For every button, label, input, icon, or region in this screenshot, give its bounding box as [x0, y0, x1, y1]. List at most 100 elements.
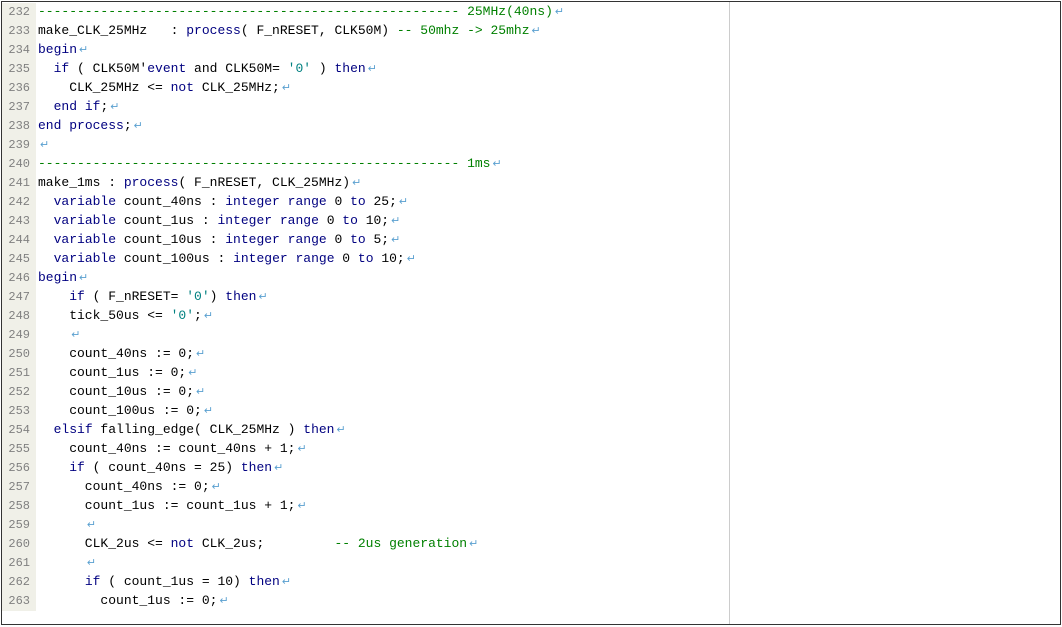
- line-number: 239: [2, 136, 36, 155]
- code-line[interactable]: 245 variable count_100us : integer range…: [2, 249, 729, 268]
- eol-marker-icon: ↵: [467, 539, 478, 551]
- eol-marker-icon: ↵: [210, 482, 221, 494]
- line-number: 249: [2, 326, 36, 345]
- code-text[interactable]: variable count_1us : integer range 0 to …: [36, 211, 729, 232]
- line-number: 258: [2, 497, 36, 516]
- code-text[interactable]: ----------------------------------------…: [36, 2, 729, 23]
- eol-marker-icon: ↵: [108, 102, 119, 114]
- code-text[interactable]: if ( F_nRESET= '0') then↵: [36, 287, 729, 308]
- code-line[interactable]: 240-------------------------------------…: [2, 154, 729, 173]
- line-number: 250: [2, 345, 36, 364]
- code-line[interactable]: 249 ↵: [2, 325, 729, 344]
- code-text[interactable]: ↵: [36, 553, 729, 574]
- code-line[interactable]: 234begin↵: [2, 40, 729, 59]
- eol-marker-icon: ↵: [389, 235, 400, 247]
- code-line[interactable]: 235 if ( CLK50M'event and CLK50M= '0' ) …: [2, 59, 729, 78]
- eol-marker-icon: ↵: [295, 444, 306, 456]
- code-text[interactable]: elsif falling_edge( CLK_25MHz ) then↵: [36, 420, 729, 441]
- eol-marker-icon: ↵: [397, 197, 408, 209]
- eol-marker-icon: ↵: [280, 577, 291, 589]
- eol-marker-icon: ↵: [69, 330, 80, 342]
- code-text[interactable]: ↵: [36, 135, 729, 156]
- code-line[interactable]: 250 count_40ns := 0;↵: [2, 344, 729, 363]
- code-line[interactable]: 258 count_1us := count_1us + 1;↵: [2, 496, 729, 515]
- code-text[interactable]: ----------------------------------------…: [36, 154, 729, 175]
- line-number: 252: [2, 383, 36, 402]
- eol-marker-icon: ↵: [350, 178, 361, 190]
- code-line[interactable]: 244 variable count_10us : integer range …: [2, 230, 729, 249]
- code-text[interactable]: count_40ns := 0;↵: [36, 344, 729, 365]
- eol-marker-icon: ↵: [202, 406, 213, 418]
- line-number: 263: [2, 592, 36, 611]
- code-text[interactable]: count_100us := 0;↵: [36, 401, 729, 422]
- code-text[interactable]: ↵: [36, 325, 729, 346]
- line-number: 256: [2, 459, 36, 478]
- code-line[interactable]: 259 ↵: [2, 515, 729, 534]
- code-text[interactable]: end process;↵: [36, 116, 729, 137]
- code-line[interactable]: 248 tick_50us <= '0';↵: [2, 306, 729, 325]
- code-text[interactable]: count_1us := 0;↵: [36, 591, 729, 612]
- code-text[interactable]: make_1ms : process( F_nRESET, CLK_25MHz)…: [36, 173, 729, 194]
- code-line[interactable]: 255 count_40ns := count_40ns + 1;↵: [2, 439, 729, 458]
- code-text[interactable]: if ( CLK50M'event and CLK50M= '0' ) then…: [36, 59, 729, 80]
- code-text[interactable]: if ( count_1us = 10) then↵: [36, 572, 729, 593]
- line-number: 259: [2, 516, 36, 535]
- code-text[interactable]: CLK_25MHz <= not CLK_25MHz;↵: [36, 78, 729, 99]
- code-text[interactable]: variable count_100us : integer range 0 t…: [36, 249, 729, 270]
- code-line[interactable]: 251 count_1us := 0;↵: [2, 363, 729, 382]
- line-number: 240: [2, 155, 36, 174]
- code-line[interactable]: 237 end if;↵: [2, 97, 729, 116]
- code-text[interactable]: begin↵: [36, 268, 729, 289]
- code-text[interactable]: count_1us := 0;↵: [36, 363, 729, 384]
- code-line[interactable]: 254 elsif falling_edge( CLK_25MHz ) then…: [2, 420, 729, 439]
- eol-marker-icon: ↵: [132, 121, 143, 133]
- code-line[interactable]: 263 count_1us := 0;↵: [2, 591, 729, 610]
- code-line[interactable]: 247 if ( F_nRESET= '0') then↵: [2, 287, 729, 306]
- code-line[interactable]: 239↵: [2, 135, 729, 154]
- code-text[interactable]: if ( count_40ns = 25) then↵: [36, 458, 729, 479]
- code-text[interactable]: begin↵: [36, 40, 729, 61]
- eol-marker-icon: ↵: [272, 463, 283, 475]
- line-number: 241: [2, 174, 36, 193]
- code-text[interactable]: variable count_40ns : integer range 0 to…: [36, 192, 729, 213]
- code-line[interactable]: 262 if ( count_1us = 10) then↵: [2, 572, 729, 591]
- code-text[interactable]: count_1us := count_1us + 1;↵: [36, 496, 729, 517]
- code-line[interactable]: 256 if ( count_40ns = 25) then↵: [2, 458, 729, 477]
- line-number: 245: [2, 250, 36, 269]
- code-line[interactable]: 257 count_40ns := 0;↵: [2, 477, 729, 496]
- line-number: 234: [2, 41, 36, 60]
- code-line[interactable]: 236 CLK_25MHz <= not CLK_25MHz;↵: [2, 78, 729, 97]
- code-line[interactable]: 252 count_10us := 0;↵: [2, 382, 729, 401]
- code-text[interactable]: count_10us := 0;↵: [36, 382, 729, 403]
- code-line[interactable]: 241make_1ms : process( F_nRESET, CLK_25M…: [2, 173, 729, 192]
- code-line[interactable]: 243 variable count_1us : integer range 0…: [2, 211, 729, 230]
- code-line[interactable]: 253 count_100us := 0;↵: [2, 401, 729, 420]
- code-lines-container: 232-------------------------------------…: [2, 2, 729, 610]
- eol-marker-icon: ↵: [295, 501, 306, 513]
- code-editor[interactable]: 232-------------------------------------…: [2, 2, 730, 624]
- line-number: 262: [2, 573, 36, 592]
- code-text[interactable]: make_CLK_25MHz : process( F_nRESET, CLK5…: [36, 21, 729, 42]
- eol-marker-icon: ↵: [405, 254, 416, 266]
- code-line[interactable]: 242 variable count_40ns : integer range …: [2, 192, 729, 211]
- line-number: 260: [2, 535, 36, 554]
- code-text[interactable]: end if;↵: [36, 97, 729, 118]
- code-line[interactable]: 238end process;↵: [2, 116, 729, 135]
- code-text[interactable]: ↵: [36, 515, 729, 536]
- code-line[interactable]: 233make_CLK_25MHz : process( F_nRESET, C…: [2, 21, 729, 40]
- eol-marker-icon: ↵: [217, 596, 228, 608]
- code-text[interactable]: count_40ns := count_40ns + 1;↵: [36, 439, 729, 460]
- line-number: 238: [2, 117, 36, 136]
- eol-marker-icon: ↵: [194, 387, 205, 399]
- line-number: 261: [2, 554, 36, 573]
- code-text[interactable]: variable count_10us : integer range 0 to…: [36, 230, 729, 251]
- eol-marker-icon: ↵: [202, 311, 213, 323]
- code-line[interactable]: 246begin↵: [2, 268, 729, 287]
- eol-marker-icon: ↵: [256, 292, 267, 304]
- code-line[interactable]: 232-------------------------------------…: [2, 2, 729, 21]
- code-text[interactable]: tick_50us <= '0';↵: [36, 306, 729, 327]
- code-text[interactable]: count_40ns := 0;↵: [36, 477, 729, 498]
- code-text[interactable]: CLK_2us <= not CLK_2us; -- 2us generatio…: [36, 534, 729, 555]
- code-line[interactable]: 260 CLK_2us <= not CLK_2us; -- 2us gener…: [2, 534, 729, 553]
- code-line[interactable]: 261 ↵: [2, 553, 729, 572]
